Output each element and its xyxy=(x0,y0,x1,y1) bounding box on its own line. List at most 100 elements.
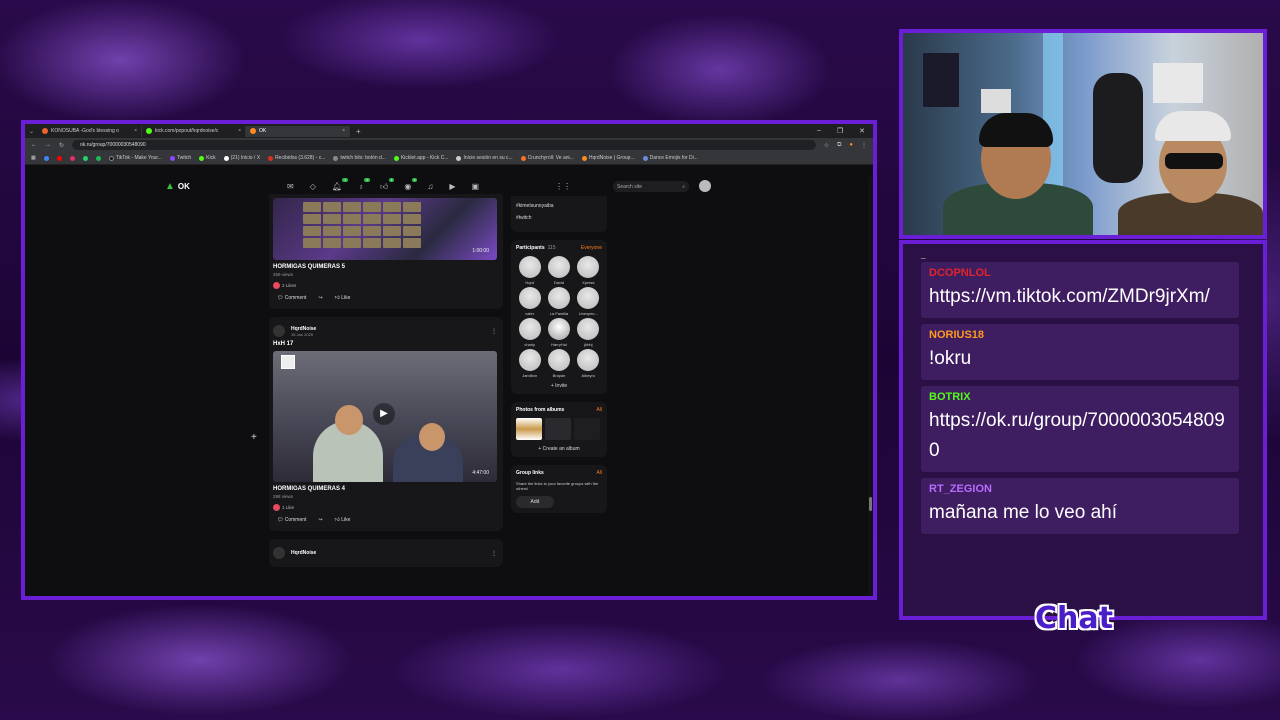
post-author[interactable]: HqrdNoise ⋮ xyxy=(273,547,499,559)
share-icon[interactable]: ↪ xyxy=(318,517,322,523)
participant[interactable]: Albeyro xyxy=(575,349,602,378)
links-title[interactable]: Group links xyxy=(516,470,544,476)
reload-icon[interactable]: ↻ xyxy=(59,142,64,149)
participant[interactable]: La Familia xyxy=(545,287,572,316)
participant[interactable]: vater xyxy=(516,287,543,316)
forward-icon[interactable]: → xyxy=(45,142,51,148)
messages-icon[interactable]: ✉ xyxy=(287,182,294,192)
video-title[interactable]: HORMIGAS QUIMERAS 5 xyxy=(273,264,499,270)
profile-icon[interactable]: ● xyxy=(849,142,853,148)
video-icon[interactable]: ▶ xyxy=(449,182,455,192)
games-icon[interactable]: ◉ 2 xyxy=(404,178,418,192)
participant[interactable]: HarryHol xyxy=(545,318,572,347)
bookmark-item[interactable]: Recibidos (3.628) - c... xyxy=(268,155,325,161)
notifications-icon[interactable]: 🔔︎ 1 xyxy=(332,178,349,192)
apps-icon[interactable]: ▦ xyxy=(31,155,36,161)
scrollbar-thumb[interactable] xyxy=(869,497,872,511)
calendar-icon[interactable]: ▣ xyxy=(472,182,480,192)
bookmark-icon[interactable] xyxy=(95,155,101,161)
close-icon[interactable]: × xyxy=(342,128,345,134)
bookmark-icon[interactable] xyxy=(82,155,88,161)
create-album-button[interactable]: + Create an album xyxy=(516,446,602,452)
music-icon[interactable]: ♫ xyxy=(427,182,433,192)
minimize-icon[interactable]: – xyxy=(817,127,821,135)
participant-name: Brayan xyxy=(552,373,566,378)
bookmark-icon[interactable] xyxy=(56,155,62,161)
new-tab-button[interactable]: + xyxy=(356,127,361,136)
likes-row[interactable]: 1 Like xyxy=(273,504,499,511)
more-options-icon[interactable]: ⋮ xyxy=(491,328,497,335)
share-icon[interactable]: ↪ xyxy=(318,295,322,301)
like-button[interactable]: 👍︎ Like xyxy=(335,295,351,301)
video-thumbnail[interactable]: ▶ 4:47:00 xyxy=(273,351,497,482)
bookmark-item[interactable]: Inicie sesión en su c... xyxy=(456,155,513,161)
menu-icon[interactable]: ⋮ xyxy=(861,142,867,149)
tab-konosuba[interactable]: KONOSUBA -God's blessing o × xyxy=(38,125,143,137)
url-input[interactable]: ok.ru/group/70000030548090 xyxy=(72,140,816,150)
user-avatar[interactable] xyxy=(699,180,711,192)
ok-logo[interactable]: ▲ OK xyxy=(165,181,190,192)
comment-button[interactable]: 💬︎ Comment xyxy=(277,517,306,523)
tab-kick[interactable]: kick.com/popout/hqrdnoise/c × xyxy=(142,125,247,137)
video-thumbnail[interactable]: 1:00:00 xyxy=(273,198,497,260)
video-title[interactable]: HORMIGAS QUIMERAS 4 xyxy=(273,486,499,492)
links-all-link[interactable]: All xyxy=(596,470,602,476)
star-icon[interactable]: ☆ xyxy=(824,142,829,149)
close-window-icon[interactable]: ✕ xyxy=(859,127,865,135)
bookmark-label: Crunchyroll: Ve ani... xyxy=(527,155,574,161)
like-button[interactable]: 👍︎ Like xyxy=(335,517,351,523)
album-thumbnail[interactable] xyxy=(516,418,542,440)
extensions-icon[interactable]: ⧉ xyxy=(837,142,841,149)
hashtag-link[interactable]: #twitch xyxy=(516,215,602,221)
participant[interactable]: David xyxy=(545,256,572,285)
apps-grid-icon[interactable]: ⋮⋮ xyxy=(555,182,571,192)
close-icon[interactable]: × xyxy=(134,128,137,134)
bookmark-item[interactable]: twitch bits: botón d... xyxy=(333,155,386,161)
guests-icon[interactable]: ♁ 3 xyxy=(358,178,371,192)
page-scrollbar[interactable] xyxy=(868,177,873,596)
participants-filter[interactable]: Everyone xyxy=(581,245,602,251)
bookmark-item[interactable]: Twitch xyxy=(169,155,191,161)
participants-title[interactable]: Participants xyxy=(516,245,545,251)
hashtag-link[interactable]: #kimetsunoyaiba xyxy=(516,203,602,209)
bookmark-item[interactable]: Dance Emojis for Di... xyxy=(642,155,698,161)
participant[interactable]: Hqrd xyxy=(516,256,543,285)
participant[interactable]: Xpress xyxy=(575,256,602,285)
invite-button[interactable]: + Invite xyxy=(516,383,602,389)
comment-button[interactable]: 💬︎ Comment xyxy=(277,295,306,301)
add-link-button[interactable]: Add xyxy=(516,496,554,509)
participant[interactable]: Unexpec... xyxy=(575,287,602,316)
bookmark-item[interactable]: Kicklet.app - Kick C... xyxy=(393,155,448,161)
participant-avatar xyxy=(547,287,570,309)
site-search-input[interactable]: Search site ⌕ xyxy=(613,181,689,192)
album-thumbnail[interactable] xyxy=(574,418,600,440)
bookmark-item[interactable]: Kick xyxy=(199,155,216,161)
close-icon[interactable]: × xyxy=(238,128,241,134)
tab-ok[interactable]: OK × xyxy=(246,125,351,137)
post-author[interactable]: HqrdNoise 15 Jan 2025 ⋮ xyxy=(273,325,499,337)
participant[interactable]: Jamilton xyxy=(516,349,543,378)
bookmark-item[interactable]: Crunchyroll: Ve ani... xyxy=(520,155,574,161)
participant[interactable]: jhbhj xyxy=(575,318,602,347)
play-icon[interactable]: ▶ xyxy=(373,403,395,425)
bookmark-icon[interactable] xyxy=(69,155,75,161)
bookmark-item[interactable]: HqrdNoise | Group... xyxy=(581,155,635,161)
album-thumbnail[interactable] xyxy=(545,418,571,440)
discussions-icon[interactable]: ◇ xyxy=(310,182,316,192)
bookmark-item[interactable]: (21) Inicio / X xyxy=(223,155,260,161)
maximize-icon[interactable]: ❐ xyxy=(837,127,843,135)
participant[interactable]: charly xyxy=(516,318,543,347)
post-actions: 💬︎ Comment ↪ 👍︎ Like xyxy=(273,517,499,523)
photos-all-link[interactable]: All xyxy=(596,407,602,413)
marks-icon[interactable]: 👍︎ 1 xyxy=(380,178,395,192)
back-icon[interactable]: ← xyxy=(31,142,37,148)
tab-search-icon[interactable]: ⌄ xyxy=(29,128,34,135)
author-name: HqrdNoise xyxy=(291,550,317,556)
tree-icon: ▲ xyxy=(165,181,175,192)
participant[interactable]: Brayan xyxy=(545,349,572,378)
photos-title[interactable]: Photos from albums xyxy=(516,407,564,413)
likes-row[interactable]: 2 Likes xyxy=(273,282,499,289)
more-options-icon[interactable]: ⋮ xyxy=(491,550,497,557)
bookmark-item[interactable]: TikTok - Make Your... xyxy=(108,155,162,161)
bookmark-icon[interactable] xyxy=(43,155,49,161)
